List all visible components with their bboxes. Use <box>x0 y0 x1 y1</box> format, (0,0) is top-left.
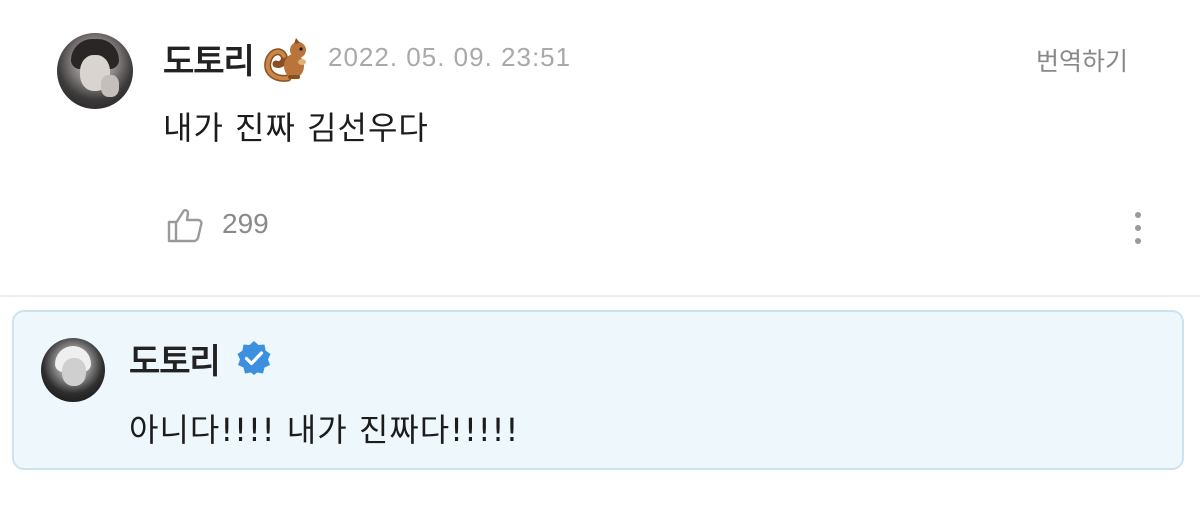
avatar-face <box>62 358 86 386</box>
comment-author-name[interactable]: 도토리 <box>163 34 255 83</box>
comment-body: 내가 진짜 김선우다 <box>163 109 429 147</box>
reply-card: 도토리 아니다!!!! 내가 진짜다!!!!! <box>12 310 1184 470</box>
squirrel-icon <box>264 38 306 82</box>
more-dot <box>1135 225 1141 231</box>
divider <box>0 295 1200 297</box>
more-dot <box>1135 212 1141 218</box>
reply-body: 아니다!!!! 내가 진짜다!!!!! <box>129 411 520 449</box>
reply-author-avatar[interactable] <box>41 338 105 402</box>
avatar-hand <box>101 75 119 97</box>
commenter-avatar[interactable] <box>57 33 133 109</box>
like-count: 299 <box>222 208 269 239</box>
more-vertical-icon[interactable] <box>1128 210 1148 246</box>
comment: 도토리 2022. 05. 09. 23:51 번역하기 내가 진짜 김선우다 … <box>0 0 1200 296</box>
reply-author-name[interactable]: 도토리 <box>129 334 221 383</box>
more-dot <box>1135 238 1141 244</box>
comment-timestamp: 2022. 05. 09. 23:51 <box>328 42 572 72</box>
verified-badge-icon <box>237 341 271 375</box>
thumbs-up-icon[interactable] <box>165 205 205 245</box>
translate-button[interactable]: 번역하기 <box>1036 42 1128 78</box>
